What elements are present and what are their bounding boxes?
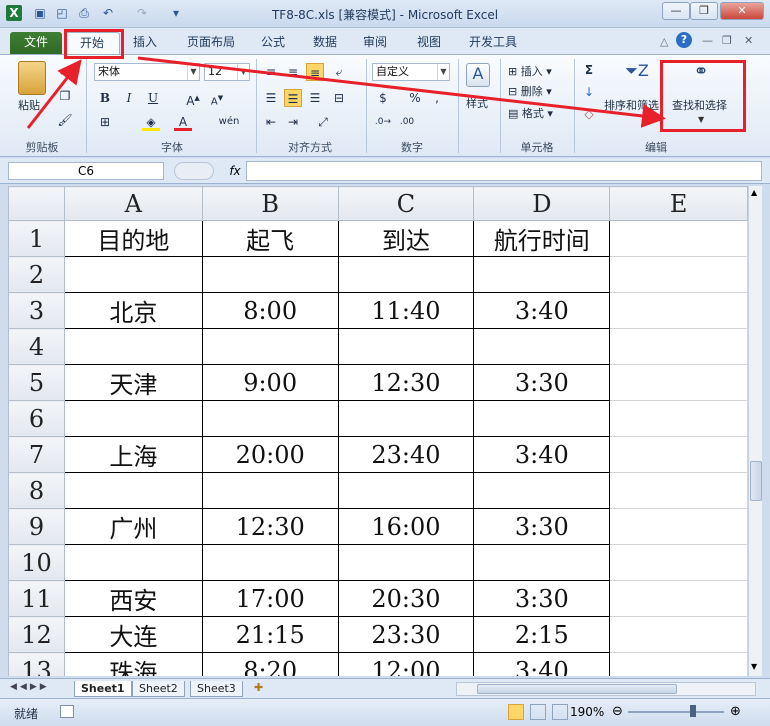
- annotation-arrows: [26, 56, 666, 129]
- annotation-arrow-find: [137, 56, 666, 128]
- annotation-arrow-home: [26, 59, 82, 129]
